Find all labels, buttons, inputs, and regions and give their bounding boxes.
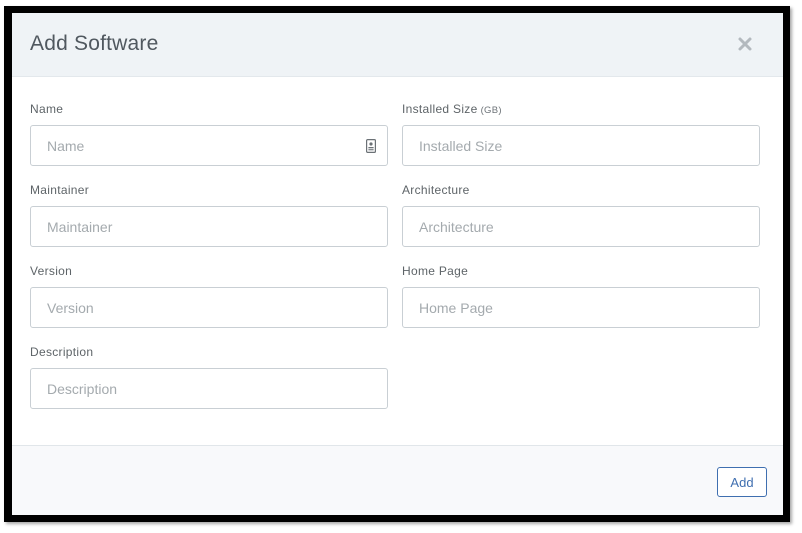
close-icon	[738, 37, 752, 51]
home-page-input[interactable]	[402, 287, 760, 328]
dialog-footer: Add	[12, 445, 783, 515]
installed-size-unit: (GB)	[480, 105, 502, 116]
architecture-input[interactable]	[402, 206, 760, 247]
maintainer-label: Maintainer	[30, 183, 90, 197]
version-input[interactable]	[30, 287, 388, 328]
dialog-body: Name Installed Size(GB) Maintainer Archi…	[12, 77, 783, 445]
close-button[interactable]	[734, 33, 756, 55]
home-page-label: Home Page	[402, 264, 469, 278]
installed-size-input[interactable]	[402, 125, 760, 166]
contact-card-icon[interactable]	[366, 139, 376, 153]
installed-size-label: Installed Size (GB)	[402, 102, 502, 116]
add-button[interactable]: Add	[717, 467, 767, 497]
description-label: Description	[30, 345, 94, 359]
installed-size-label-text: Installed Size	[402, 102, 478, 116]
name-input[interactable]	[30, 125, 388, 166]
name-label: Name	[30, 102, 64, 116]
architecture-label: Architecture	[402, 183, 470, 197]
description-input[interactable]	[30, 368, 388, 409]
maintainer-input[interactable]	[30, 206, 388, 247]
version-label: Version	[30, 264, 73, 278]
dialog-title: Add Software	[30, 32, 159, 55]
dialog-header: Add Software	[12, 13, 783, 77]
add-software-dialog: Add Software Name Installed Size(GB) Mai…	[12, 13, 783, 515]
